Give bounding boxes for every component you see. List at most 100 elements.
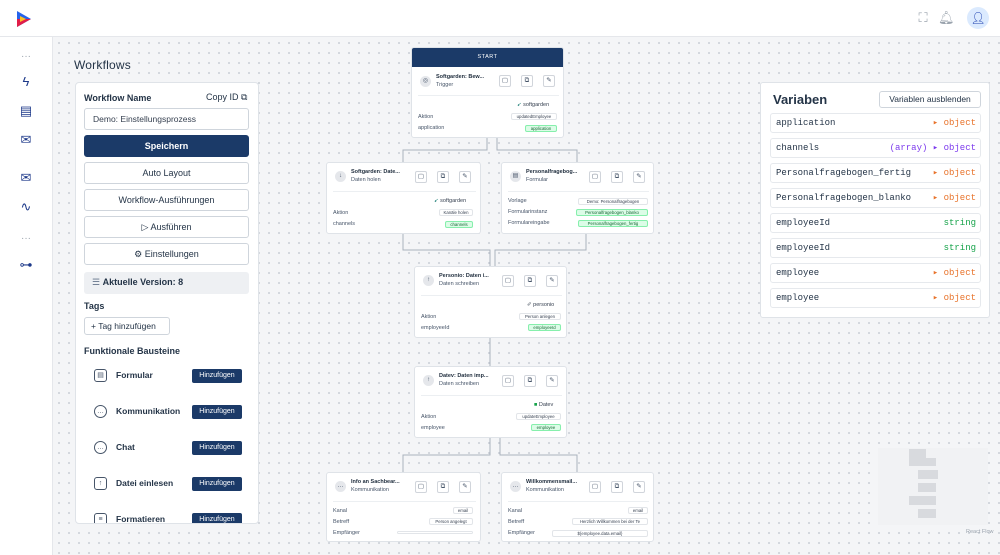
variable-row[interactable]: Personalfragebogen_fertig ▸ object [770, 163, 981, 183]
row-label: Aktion [421, 314, 437, 320]
minimap-node [918, 470, 938, 479]
settings-button[interactable]: ⚙ Einstellungen [84, 243, 249, 265]
add-formatieren-button[interactable]: Hinzufügen [192, 513, 242, 523]
edit-icon[interactable]: ✎ [546, 375, 558, 387]
node-subtitle: Kommunikation [351, 487, 389, 493]
edit-icon[interactable]: ✎ [633, 481, 645, 493]
copy-icon[interactable]: ⧉ [437, 171, 449, 183]
copy-icon[interactable]: ⧉ [524, 375, 536, 387]
react-flow-attribution[interactable]: React Flow [966, 529, 994, 535]
variable-row[interactable]: employee ▸ object [770, 288, 981, 308]
add-tag-label: Tag hinzufügen [98, 321, 156, 331]
row-label: Aktion [421, 414, 437, 420]
workflow-node-willkommensmail[interactable]: … Willkommensmail... Kommunikation ▢ ⧉ ✎… [501, 472, 654, 542]
block-row-datei-einlesen: ↑ Datei einlesen Hinzufügen [84, 474, 249, 494]
row-label: Betreff [333, 519, 350, 525]
add-chat-button[interactable]: Hinzufügen [192, 441, 242, 455]
minimap-node [909, 449, 926, 458]
copy-icon[interactable]: ⧉ [611, 171, 623, 183]
copy-icon[interactable]: ⧉ [524, 275, 536, 287]
version-info: ☰ Aktuelle Version: 8 [84, 272, 249, 294]
add-kommunikation-button[interactable]: Hinzufügen [192, 405, 242, 419]
file-icon[interactable]: ▢ [502, 375, 514, 387]
node-subtitle: Formular [526, 177, 549, 183]
copy-icon[interactable]: ⧉ [437, 481, 449, 493]
row-value: Kanäle holen [439, 209, 473, 216]
copy-icon[interactable]: ⧉ [521, 75, 533, 87]
gear-icon: ⚙ [134, 249, 143, 259]
workflow-node-info-sachbearbeiter[interactable]: … Info an Sachbear... Kommunikation ▢ ⧉ … [326, 472, 481, 542]
auto-layout-button[interactable]: Auto Layout [84, 162, 249, 184]
variable-row[interactable]: employee ▸ object [770, 263, 981, 283]
copy-id-button[interactable]: Copy ID ⧉ [206, 92, 247, 103]
block-row-formular: ▤ Formular Hinzufügen [84, 366, 249, 386]
personio-logo-icon: ✐ [527, 302, 532, 308]
provider-label: ➹ softgarden [434, 198, 466, 204]
node-subtitle: Daten schreiben [439, 281, 480, 287]
variable-row[interactable]: Personalfragebogen_blanko ▸ object [770, 188, 981, 208]
settings-label: Einstellungen [144, 249, 199, 259]
download-icon: ↓ [335, 171, 346, 182]
edit-icon[interactable]: ✎ [459, 481, 471, 493]
copy-icon: ⧉ [241, 92, 248, 102]
node-title: Softgarden: Bew... [436, 74, 485, 80]
variable-row[interactable]: application ▸ object [770, 113, 981, 133]
row-value: Herzlich Willkommen bei der Te [572, 518, 648, 525]
variable-row[interactable]: channels (array) ▸ object [770, 138, 981, 158]
hide-variables-button[interactable]: Variablen ausblenden [879, 91, 981, 108]
form-icon: ▤ [510, 171, 521, 182]
variables-title: Variaben [773, 92, 828, 107]
row-value: Person anlegen [519, 313, 561, 320]
copy-icon[interactable]: ⧉ [611, 481, 623, 493]
variables-panel: Variaben Variablen ausblenden applicatio… [760, 82, 990, 318]
row-label: Formulareingabe [508, 220, 550, 226]
file-icon[interactable]: ▢ [502, 275, 514, 287]
file-icon[interactable]: ▢ [415, 171, 427, 183]
row-value [397, 531, 473, 534]
node-title: Personalfragebog... [526, 169, 578, 175]
file-upload-icon: ↑ [94, 477, 107, 490]
file-icon[interactable]: ▢ [589, 481, 601, 493]
file-icon[interactable]: ▢ [499, 75, 511, 87]
add-formular-button[interactable]: Hinzufügen [192, 369, 242, 383]
row-label: Empfänger [508, 530, 535, 536]
variable-type: string [943, 218, 976, 228]
variable-type: string [943, 243, 976, 253]
workflow-node-personio[interactable]: ↑ Personio: Daten i... Daten schreiben ▢… [414, 266, 567, 338]
run-button[interactable]: ▷ Ausführen [84, 216, 249, 238]
workflow-name-input[interactable] [84, 108, 249, 130]
file-icon[interactable]: ▢ [589, 171, 601, 183]
file-icon[interactable]: ▢ [415, 481, 427, 493]
variable-row[interactable]: employeeId string [770, 213, 981, 233]
provider-label: ✐ personio [527, 302, 554, 308]
form-icon: ▤ [94, 369, 107, 382]
block-name: Datei einlesen [116, 478, 174, 488]
copy-id-label: Copy ID [206, 92, 239, 102]
row-label: Betreff [508, 519, 525, 525]
workflow-node-personalfragebogen[interactable]: ▤ Personalfragebog... Formular ▢ ⧉ ✎ Vor… [501, 162, 654, 234]
block-name: Chat [116, 442, 135, 452]
row-value: updateEmployee [516, 413, 561, 420]
minimap-node [918, 483, 936, 492]
row-value: Person angelegt [429, 518, 473, 525]
file-format-icon: ≡ [94, 513, 107, 523]
softgarden-logo-icon: ➹ [434, 198, 439, 204]
workflow-node-datev[interactable]: ↑ Datev: Daten imp... Daten schreiben ▢ … [414, 366, 567, 438]
edit-icon[interactable]: ✎ [543, 75, 555, 87]
edit-icon[interactable]: ✎ [459, 171, 471, 183]
workflow-node-start[interactable]: START ◎ Softgarden: Bew... Trigger ▢ ⧉ ✎… [411, 47, 564, 138]
edit-icon[interactable]: ✎ [633, 171, 645, 183]
add-datei-einlesen-button[interactable]: Hinzufügen [192, 477, 242, 491]
variable-type: ▸ object [932, 168, 976, 178]
node-subtitle: Daten holen [351, 177, 381, 183]
workflow-node-softgarden-daten[interactable]: ↓ Softgarden: Date... Daten holen ▢ ⧉ ✎ … [326, 162, 481, 234]
save-button[interactable]: Speichern [84, 135, 249, 157]
node-title: Personio: Daten i... [439, 273, 489, 279]
minimap-node [918, 509, 936, 518]
workflow-executions-button[interactable]: Workflow-Ausführungen [84, 189, 249, 211]
edit-icon[interactable]: ✎ [546, 275, 558, 287]
add-tag-button[interactable]: + Tag hinzufügen [84, 317, 170, 335]
minimap[interactable] [878, 448, 988, 525]
block-name: Formular [116, 370, 153, 380]
variable-row[interactable]: employeeId string [770, 238, 981, 258]
